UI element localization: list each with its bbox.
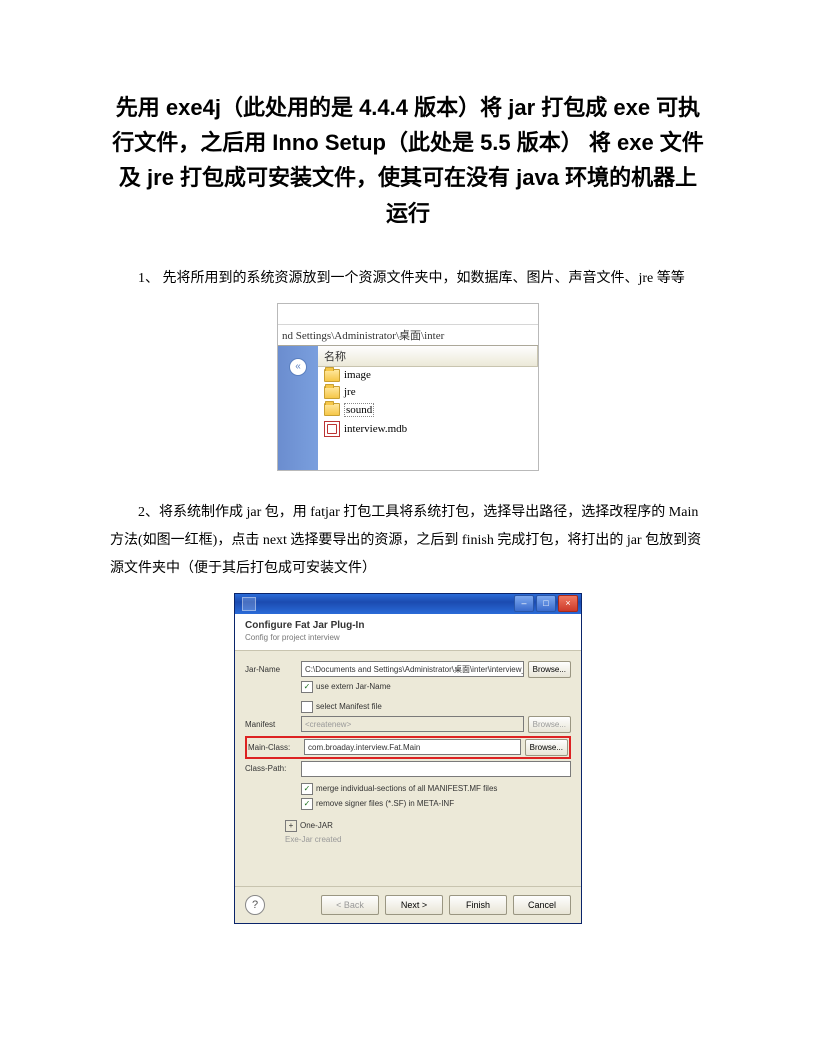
main-class-highlight: Main-Class: com.broaday.interview.Fat.Ma… [245,736,571,759]
collapse-icon[interactable]: « [289,358,307,376]
one-jar-label: One-JAR [300,821,333,830]
cancel-button[interactable]: Cancel [513,895,571,915]
main-class-label: Main-Class: [248,743,300,752]
browse-button: Browse... [528,716,571,733]
select-manifest-label: select Manifest file [316,702,382,711]
maximize-button[interactable]: □ [536,595,556,612]
close-button[interactable]: × [558,595,578,612]
list-item[interactable]: sound [318,401,538,419]
folder-icon [324,369,340,382]
browse-button[interactable]: Browse... [525,739,568,756]
explorer-side-panel: « [278,346,318,470]
select-manifest-row: select Manifest file [245,701,571,713]
explorer-window: nd Settings\Administrator\桌面\inter « 名称 … [277,303,539,471]
document-title: 先用 exe4j（此处用的是 4.4.4 版本）将 jar 打包成 exe 可执… [110,90,706,231]
window-icon [242,597,256,611]
merge-label: merge individual-sections of all MANIFES… [316,784,497,793]
list-item[interactable]: jre [318,384,538,401]
class-path-label: Class-Path: [245,764,297,773]
help-icon[interactable]: ? [245,895,265,915]
fatjar-dialog: – □ × Configure Fat Jar Plug-In Config f… [234,593,582,924]
dialog-form: Jar-Name C:\Documents and Settings\Admin… [235,651,581,886]
class-path-row: Class-Path: [245,761,571,777]
back-button: < Back [321,895,379,915]
figure-1-wrap: nd Settings\Administrator\桌面\inter « 名称 … [110,303,706,471]
manifest-label: Manifest [245,720,297,729]
remove-row: ✓ remove signer files (*.SF) in META-INF [245,798,571,810]
manifest-row: Manifest <createnew> Browse... [245,716,571,733]
column-header-name[interactable]: 名称 [318,346,538,367]
finish-note: Exe-Jar created [245,835,571,844]
figure-2-wrap: – □ × Configure Fat Jar Plug-In Config f… [110,593,706,924]
browse-button[interactable]: Browse... [528,661,571,678]
dialog-header: Configure Fat Jar Plug-In Config for pro… [235,614,581,651]
item-label: sound [344,403,374,417]
paragraph-2: 2、将系统制作成 jar 包，用 fatjar 打包工具将系统打包，选择导出路径… [110,499,706,583]
dialog-subtitle: Config for project interview [245,633,571,642]
folder-icon [324,403,340,416]
titlebar[interactable]: – □ × [235,594,581,614]
minimize-button[interactable]: – [514,595,534,612]
folder-icon [324,386,340,399]
item-label: image [344,369,371,381]
manifest-input: <createnew> [301,716,524,732]
checkbox-icon[interactable]: ✓ [301,783,313,795]
checkbox-icon[interactable]: ✓ [301,681,313,693]
jar-name-input[interactable]: C:\Documents and Settings\Administrator\… [301,661,524,677]
expand-icon[interactable]: + [285,820,297,832]
file-list: 名称 image jre sound inte [318,346,538,470]
merge-row: ✓ merge individual-sections of all MANIF… [245,783,571,795]
mdb-icon [324,421,340,437]
dialog-footer: ? < Back Next > Finish Cancel [235,886,581,923]
main-class-input[interactable]: com.broaday.interview.Fat.Main [304,739,521,755]
checkbox-icon[interactable]: ✓ [301,798,313,810]
list-item[interactable]: image [318,367,538,384]
finish-button[interactable]: Finish [449,895,507,915]
address-bar[interactable]: nd Settings\Administrator\桌面\inter [278,325,538,346]
dialog-title: Configure Fat Jar Plug-In [245,620,571,631]
use-extern-label: use extern Jar-Name [316,682,391,691]
list-item[interactable]: interview.mdb [318,419,538,439]
next-button[interactable]: Next > [385,895,443,915]
checkbox-icon[interactable] [301,701,313,713]
explorer-toolbar-blank [278,304,538,325]
paragraph-1: 1、 先将所用到的系统资源放到一个资源文件夹中，如数据库、图片、声音文件、jre… [110,265,706,293]
use-extern-row: ✓ use extern Jar-Name [245,681,571,693]
item-label: jre [344,386,356,398]
jar-name-label: Jar-Name [245,665,297,674]
remove-label: remove signer files (*.SF) in META-INF [316,799,454,808]
one-jar-row: + One-JAR [245,820,571,832]
item-label: interview.mdb [344,423,407,435]
jar-name-row: Jar-Name C:\Documents and Settings\Admin… [245,661,571,678]
class-path-input[interactable] [301,761,571,777]
